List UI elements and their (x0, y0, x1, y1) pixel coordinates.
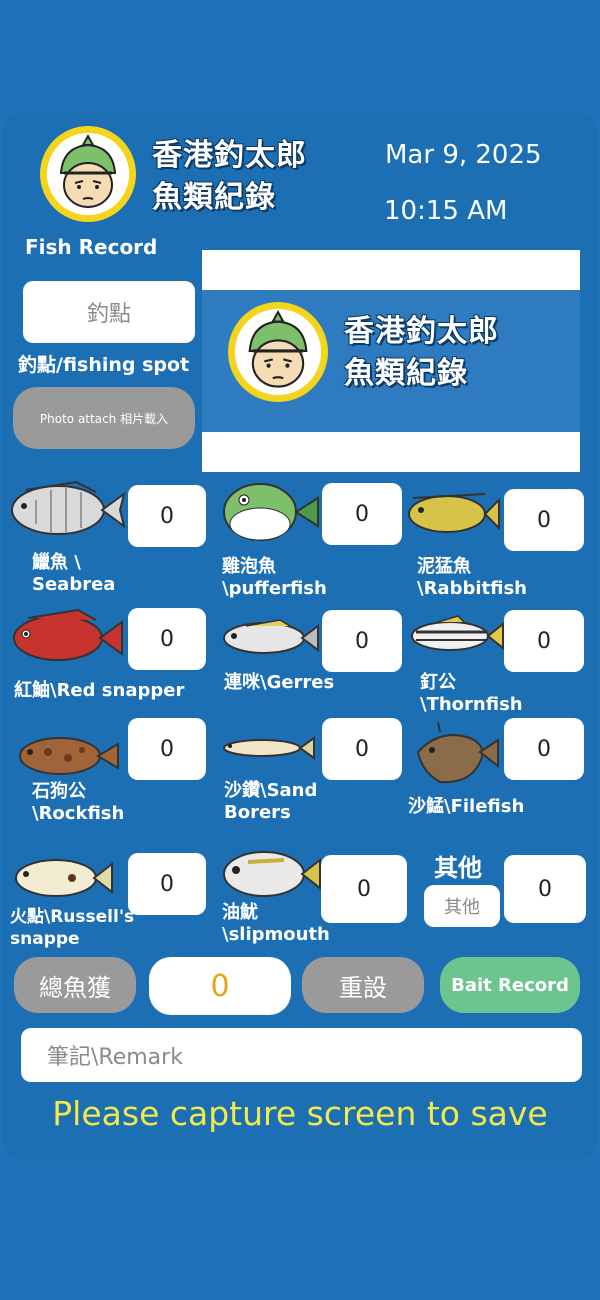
app-title-line1: 香港釣太郎 (152, 138, 307, 173)
thornfish-icon (411, 615, 504, 651)
date-display: Mar 9, 2025 (385, 140, 542, 170)
sand-borer-label: 沙鑽\Sand Borers (224, 780, 318, 823)
reset-button[interactable]: 重設 (302, 957, 424, 1013)
russells-snapper-icon (15, 859, 113, 897)
total-catch-value: 0 (149, 957, 291, 1015)
pufferfish-icon (223, 483, 319, 541)
red-snapper-icon (13, 608, 123, 661)
filefish-count-input[interactable]: 0 (504, 718, 584, 780)
rabbitfish-count-input[interactable]: 0 (504, 489, 584, 551)
thornfish-label: 釘公 \Thornfish (420, 672, 523, 715)
seabream-icon (11, 480, 126, 535)
app-title-line2: 魚類紀錄 (152, 180, 276, 215)
save-instruction: Please capture screen to save (52, 1094, 548, 1133)
gerres-icon (223, 619, 319, 654)
gerres-label: 連咪\Gerres (224, 672, 335, 693)
banner-title-line2: 魚類紀錄 (344, 356, 468, 391)
page-title: Fish Record (25, 235, 158, 259)
slipmouth-icon (223, 851, 321, 897)
remark-input[interactable]: 筆記\Remark (21, 1028, 582, 1082)
sand-borer-icon (223, 736, 315, 760)
time-display: 10:15 AM (384, 196, 508, 226)
photo-attach-button[interactable]: Photo attach 相片載入 (13, 387, 195, 449)
other-count-input[interactable]: 0 (504, 855, 586, 923)
banner-mascot-icon (228, 302, 328, 402)
other-fish-input[interactable]: 其他 (424, 885, 500, 927)
total-catch-button[interactable]: 總魚獲 (14, 957, 136, 1013)
fishing-spot-label: 釣點/fishing spot (18, 354, 190, 376)
banner-title-line1: 香港釣太郎 (344, 314, 499, 349)
sand-borer-count-input[interactable]: 0 (322, 718, 402, 780)
seabream-count-input[interactable]: 0 (128, 485, 206, 547)
filefish-label: 沙鯭\Filefish (408, 796, 525, 817)
gerres-count-input[interactable]: 0 (322, 610, 402, 672)
rabbitfish-icon (408, 493, 500, 533)
red-snapper-label: 紅鮋\Red snapper (14, 680, 185, 701)
red-snapper-count-input[interactable]: 0 (128, 608, 206, 670)
thornfish-count-input[interactable]: 0 (504, 610, 584, 672)
fishing-spot-input[interactable]: 釣點 (23, 281, 195, 343)
slipmouth-label: 油魷 \slipmouth (222, 902, 330, 945)
seabream-label: 鱲魚 \ Seabrea (32, 552, 116, 595)
pufferfish-label: 雞泡魚 \pufferfish (222, 556, 327, 599)
russells-snapper-label: 火點\Russell's snappe (10, 907, 135, 949)
app-screen: 香港釣太郎 魚類紀錄 Mar 9, 2025 10:15 AM Fish Rec… (0, 0, 600, 1300)
bait-record-button[interactable]: Bait Record (440, 957, 580, 1013)
rockfish-icon (19, 737, 119, 775)
filefish-icon (416, 722, 499, 784)
rabbitfish-label: 泥猛魚 \Rabbitfish (417, 556, 527, 599)
rockfish-label: 石狗公 \Rockfish (32, 781, 125, 824)
mascot-logo-icon (40, 126, 136, 222)
other-heading: 其他 (434, 854, 482, 882)
pufferfish-count-input[interactable]: 0 (322, 483, 402, 545)
rockfish-count-input[interactable]: 0 (128, 718, 206, 780)
